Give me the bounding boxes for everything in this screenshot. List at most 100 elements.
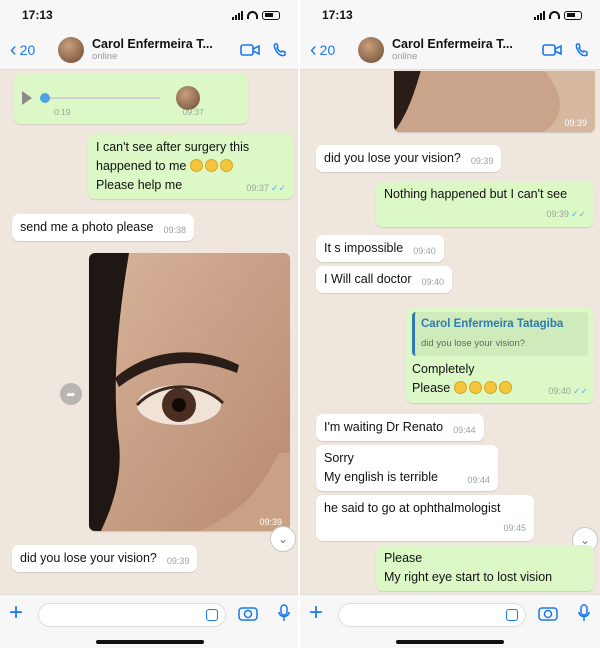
message-text: My right eye start to lost vision bbox=[384, 570, 553, 584]
phone-call-icon[interactable] bbox=[574, 42, 590, 58]
photo-time: 09:39 bbox=[564, 118, 587, 128]
message-time: 09:45 bbox=[503, 523, 526, 533]
read-ticks-icon: ✓✓ bbox=[570, 209, 586, 219]
emoji-icon bbox=[498, 381, 512, 394]
camera-icon[interactable] bbox=[238, 605, 258, 621]
emoji-icon bbox=[483, 381, 497, 394]
message-text: did you lose your vision? bbox=[20, 551, 157, 565]
message-text: he said to go at ophthalmologist bbox=[324, 501, 501, 515]
scroll-down-button[interactable]: ⌄ bbox=[270, 526, 296, 552]
voice-message[interactable]: 0:19 09:37 bbox=[14, 74, 248, 124]
message-incoming[interactable]: It s impossible 09:40 bbox=[316, 235, 444, 262]
home-indicator bbox=[96, 640, 204, 644]
message-text: did you lose your vision? bbox=[324, 151, 461, 165]
camera-icon[interactable] bbox=[538, 605, 558, 621]
avatar[interactable] bbox=[58, 36, 84, 63]
microphone-icon[interactable] bbox=[578, 604, 590, 622]
message-time: 09:40 bbox=[548, 386, 571, 396]
message-text: Please help me 09:37 ✓✓ bbox=[96, 178, 286, 193]
status-bar: 17:13 bbox=[0, 0, 298, 30]
contact-name: Carol Enfermeira T... bbox=[92, 37, 213, 51]
eye-photo-image bbox=[89, 253, 290, 531]
message-incoming[interactable]: send me a photo please 09:38 bbox=[12, 214, 194, 241]
status-time: 17:13 bbox=[22, 8, 53, 22]
contact-status: online bbox=[392, 51, 418, 62]
message-list[interactable]: 09:39 did you lose your vision? 09:39 Not… bbox=[300, 71, 600, 594]
eye-photo[interactable]: 09:39 bbox=[394, 71, 595, 132]
back-button[interactable]: ‹ 20 bbox=[10, 40, 58, 60]
signal-icon bbox=[232, 10, 243, 20]
back-count: 20 bbox=[19, 41, 36, 58]
contact-status: online bbox=[92, 51, 118, 62]
message-text: send me a photo please bbox=[20, 220, 154, 234]
message-outgoing[interactable]: Nothing happened but I can't see 09:39 ✓✓ bbox=[376, 181, 594, 227]
message-time: 09:40 bbox=[421, 277, 445, 287]
message-incoming[interactable]: I'm waiting Dr Renato 09:44 bbox=[316, 414, 484, 441]
message-incoming[interactable]: I Will call doctor 09:40 bbox=[316, 266, 453, 293]
microphone-icon[interactable] bbox=[278, 604, 290, 622]
input-bar: + bbox=[0, 594, 298, 648]
emoji-icon bbox=[453, 381, 467, 394]
message-text: Completely bbox=[412, 362, 475, 376]
forward-icon[interactable]: ➦ bbox=[60, 383, 82, 405]
contact-info[interactable]: Carol Enfermeira T... online bbox=[392, 37, 542, 62]
right-screenshot: 17:13 ‹ 20 Carol Enfermeira T... online bbox=[300, 0, 600, 648]
emoji-icon bbox=[219, 159, 233, 172]
chevron-left-icon: ‹ bbox=[10, 38, 17, 61]
quoted-sender: Carol Enfermeira Tatagiba bbox=[421, 318, 564, 330]
sticker-icon[interactable] bbox=[506, 609, 518, 621]
battery-icon bbox=[564, 10, 582, 20]
avatar[interactable] bbox=[358, 36, 384, 63]
message-input[interactable] bbox=[338, 603, 526, 627]
message-incoming[interactable]: he said to go at ophthalmologist 09:45 bbox=[316, 495, 534, 541]
emoji-icon bbox=[468, 381, 482, 394]
left-screenshot: 17:13 ‹ 20 Carol Enfermeira T... online bbox=[0, 0, 300, 648]
eye-photo[interactable]: 09:39 bbox=[89, 253, 290, 531]
video-call-icon[interactable] bbox=[542, 43, 562, 57]
sticker-icon[interactable] bbox=[206, 609, 218, 621]
chat-header: ‹ 20 Carol Enfermeira T... online bbox=[300, 30, 600, 70]
message-time: 09:39 bbox=[546, 209, 569, 219]
quoted-message[interactable]: Carol Enfermeira Tatagiba did you lose y… bbox=[412, 312, 588, 356]
chevron-left-icon: ‹ bbox=[310, 38, 317, 61]
emoji-icon bbox=[204, 159, 218, 172]
message-time: 09:40 bbox=[413, 246, 436, 256]
message-time: 09:39 bbox=[166, 556, 190, 566]
audio-progress[interactable] bbox=[40, 93, 160, 103]
read-ticks-icon: ✓✓ bbox=[572, 386, 588, 396]
voice-elapsed: 0:19 bbox=[54, 107, 71, 117]
message-outgoing[interactable]: Please My right eye start to lost vision bbox=[376, 545, 594, 591]
input-bar: + bbox=[300, 594, 600, 648]
back-button[interactable]: ‹ 20 bbox=[310, 40, 358, 60]
home-indicator bbox=[396, 640, 504, 644]
message-list[interactable]: 0:19 09:37 I can't see after surgery thi… bbox=[0, 71, 298, 594]
signal-icon bbox=[534, 10, 545, 20]
message-incoming[interactable]: Sorry My english is terrible 09:44 bbox=[316, 445, 498, 491]
message-text: It s impossible bbox=[324, 241, 404, 255]
status-time: 17:13 bbox=[322, 8, 353, 22]
back-count: 20 bbox=[319, 41, 336, 58]
contact-info[interactable]: Carol Enfermeira T... online bbox=[92, 37, 240, 62]
voice-time: 09:37 bbox=[182, 107, 204, 117]
play-icon[interactable] bbox=[22, 91, 32, 105]
battery-icon bbox=[262, 10, 280, 20]
message-time: 09:39 bbox=[470, 156, 494, 166]
message-text: Nothing happened but I can't see bbox=[384, 187, 568, 201]
emoji-icon bbox=[189, 159, 203, 172]
status-bar: 17:13 bbox=[300, 0, 600, 30]
message-outgoing[interactable]: I can't see after surgery this happened … bbox=[88, 134, 294, 199]
message-text: Please 09:40 ✓✓ bbox=[412, 381, 588, 396]
message-text: I Will call doctor bbox=[324, 272, 412, 286]
plus-icon[interactable]: + bbox=[309, 601, 323, 625]
message-text: I can't see after surgery this bbox=[96, 140, 250, 154]
contact-name: Carol Enfermeira T... bbox=[392, 37, 513, 51]
message-input[interactable] bbox=[38, 603, 226, 627]
message-time: 09:44 bbox=[467, 475, 490, 485]
message-incoming[interactable]: did you lose your vision? 09:39 bbox=[316, 145, 502, 172]
message-time: 09:44 bbox=[453, 425, 476, 435]
plus-icon[interactable]: + bbox=[9, 601, 23, 625]
phone-call-icon[interactable] bbox=[272, 42, 288, 58]
message-incoming[interactable]: did you lose your vision? 09:39 bbox=[12, 545, 198, 572]
video-call-icon[interactable] bbox=[240, 43, 260, 57]
reply-message[interactable]: Carol Enfermeira Tatagiba did you lose y… bbox=[406, 307, 594, 403]
